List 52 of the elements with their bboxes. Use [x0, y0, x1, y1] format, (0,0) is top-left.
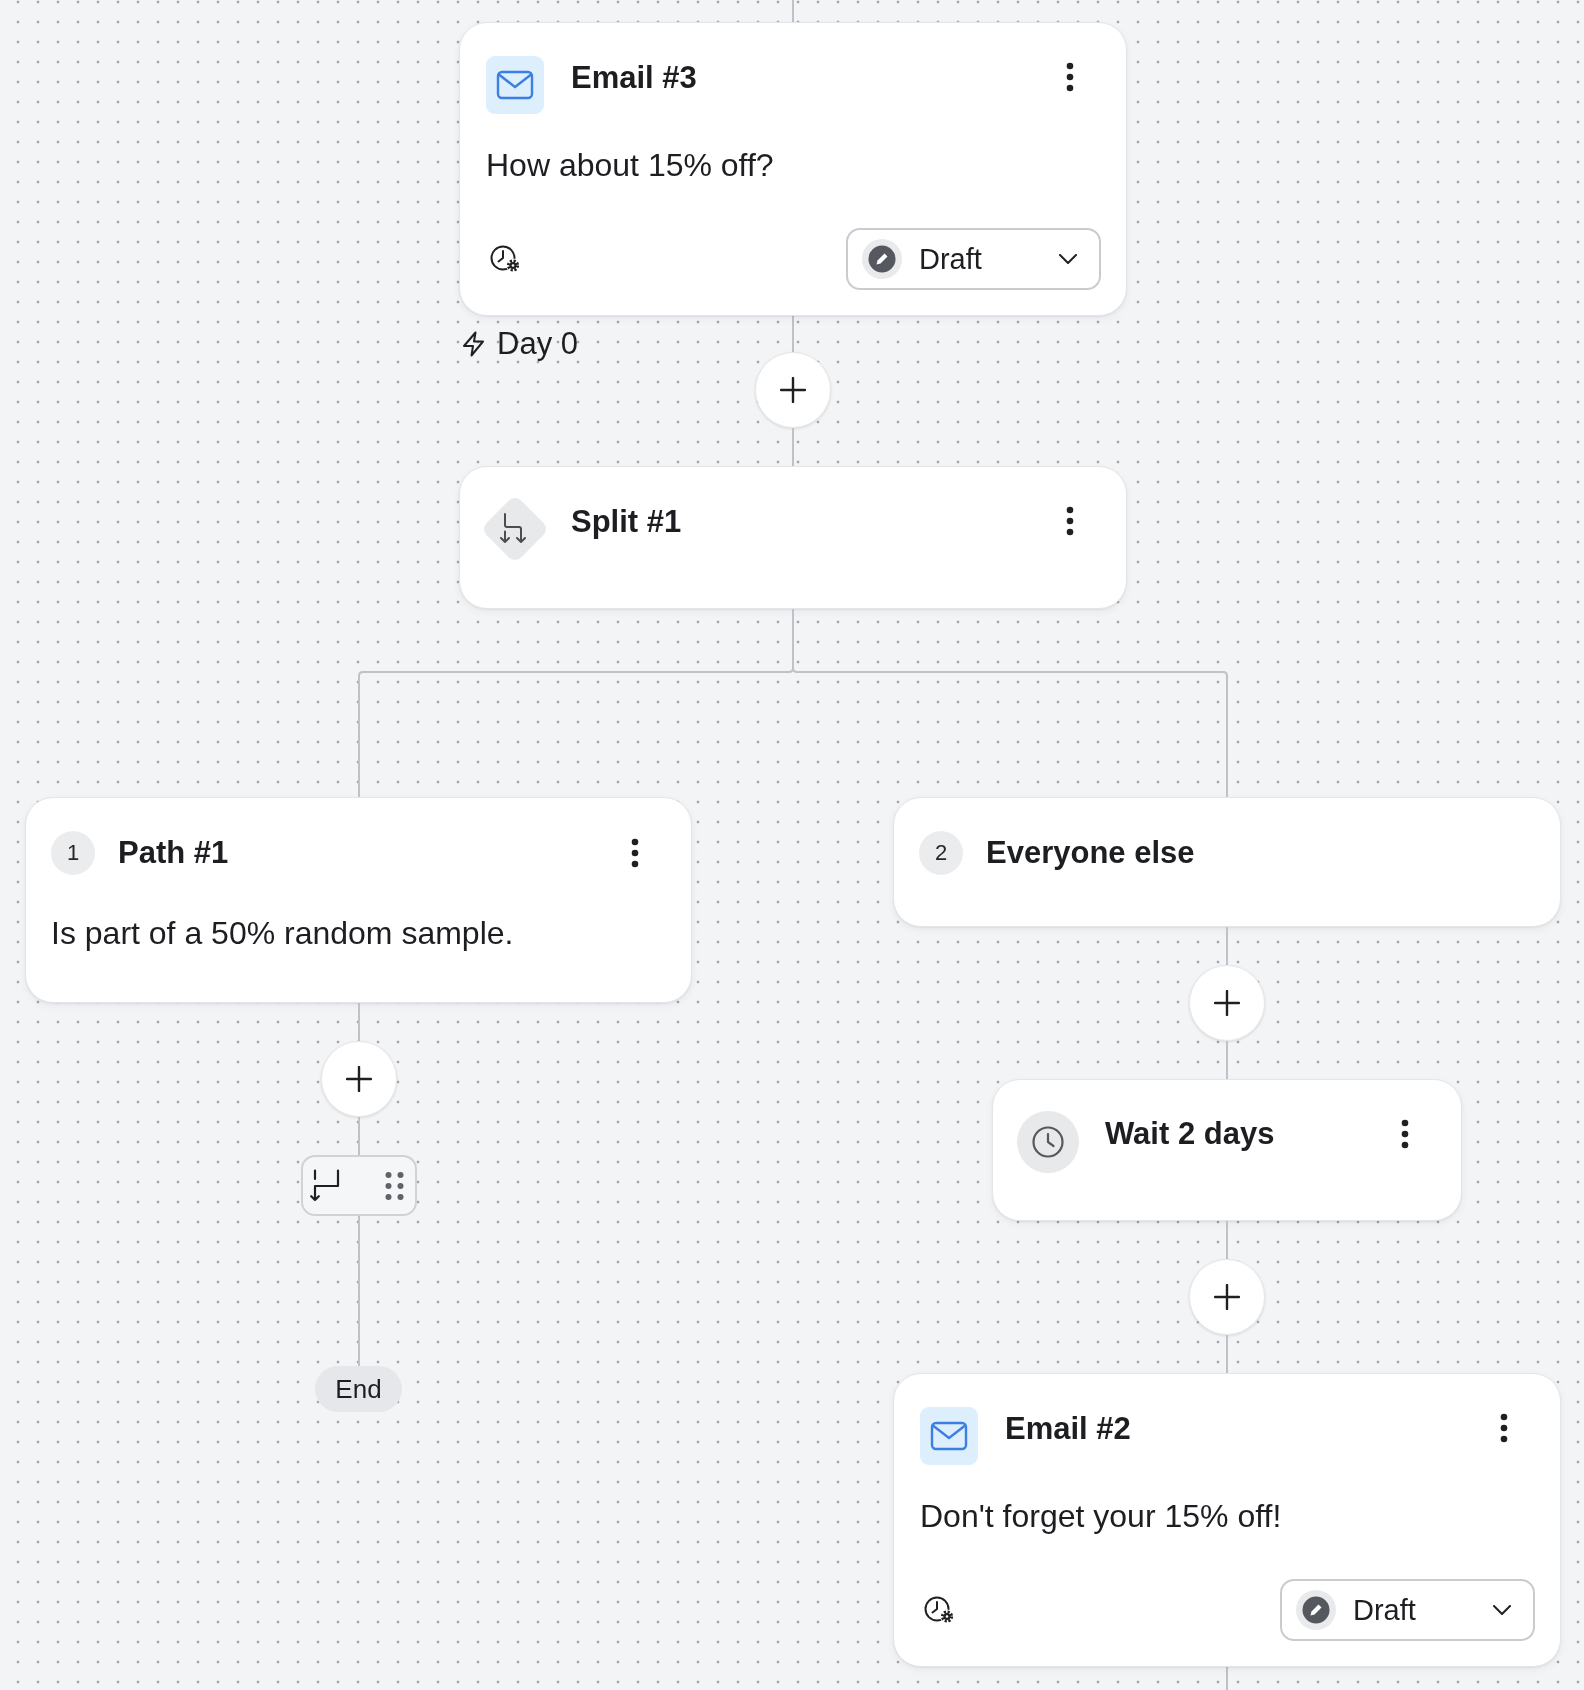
branch-title: Everyone else: [986, 835, 1195, 871]
plus-icon: [1214, 990, 1240, 1016]
connector-line: [1226, 1221, 1228, 1259]
connector-line: [1226, 1667, 1228, 1690]
wait-step-card[interactable]: Wait 2 days: [992, 1079, 1462, 1221]
pencil-icon: [862, 239, 902, 279]
branch-condition: Is part of a 50% random sample.: [51, 915, 514, 951]
drag-handle-icon[interactable]: [384, 1170, 404, 1201]
more-options-icon[interactable]: [1066, 62, 1074, 92]
path-number-badge: 1: [51, 831, 95, 875]
path-number-badge: 2: [919, 831, 963, 875]
clock-icon: [1017, 1111, 1079, 1173]
step-title: Email #2: [1005, 1411, 1131, 1447]
status-dropdown[interactable]: Draft: [846, 228, 1101, 290]
step-title: Split #1: [571, 504, 682, 540]
plus-icon: [345, 1066, 372, 1092]
email-step-card[interactable]: Email #2 Don't forget your 15% off! Draft: [893, 1373, 1561, 1667]
envelope-icon: [920, 1407, 978, 1465]
step-title: Wait 2 days: [1105, 1116, 1275, 1152]
clock-gear-icon[interactable]: [490, 245, 520, 273]
chevron-down-icon: [1059, 254, 1077, 264]
lightning-icon: [462, 331, 485, 357]
more-options-icon[interactable]: [631, 838, 639, 868]
chevron-down-icon: [1493, 1605, 1511, 1615]
plus-icon: [780, 377, 806, 403]
status-dropdown[interactable]: Draft: [1280, 1579, 1535, 1641]
more-options-icon[interactable]: [1066, 506, 1074, 536]
envelope-icon: [486, 56, 544, 114]
branch-card[interactable]: 1 Path #1 Is part of a 50% random sample.: [25, 797, 692, 1003]
connector-line: [792, 428, 794, 466]
connector-line: [792, 0, 794, 22]
clock-gear-icon[interactable]: [924, 1596, 954, 1624]
timing-label: Day 0: [497, 326, 578, 362]
connector-line: [1226, 1335, 1228, 1373]
pencil-icon: [1296, 1590, 1336, 1630]
connector-line: [357, 1117, 360, 1155]
email-subject: Don't forget your 15% off!: [920, 1498, 1282, 1534]
email-subject: How about 15% off?: [486, 147, 774, 183]
connector-line: [1226, 927, 1228, 965]
branch-title: Path #1: [118, 835, 229, 871]
plus-icon: [1214, 1284, 1240, 1310]
split-step-card[interactable]: Split #1: [459, 466, 1127, 609]
connector-line: [1226, 1041, 1228, 1079]
more-options-icon[interactable]: [1401, 1119, 1409, 1149]
email-step-card[interactable]: Email #3 How about 15% off? Draft: [459, 22, 1127, 316]
connector-line: [357, 1003, 360, 1041]
corner-arrow-icon[interactable]: [308, 1169, 340, 1202]
step-title: Email #3: [571, 60, 697, 96]
connector-line: [792, 316, 794, 352]
branch-card[interactable]: 2 Everyone else: [893, 797, 1561, 927]
end-node: End: [315, 1366, 402, 1412]
more-options-icon[interactable]: [1500, 1413, 1508, 1443]
